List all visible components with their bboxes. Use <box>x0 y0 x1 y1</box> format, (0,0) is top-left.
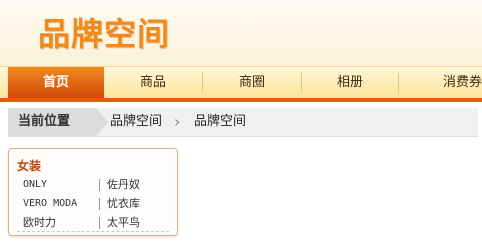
brand-link[interactable]: VERO MODA <box>23 194 77 214</box>
nav-item-coupons[interactable]: 消费券 <box>399 67 482 98</box>
dashed-divider <box>17 231 169 232</box>
brand-divider <box>99 179 100 191</box>
site-logo[interactable]: 品牌空间 <box>38 14 170 54</box>
breadcrumb-arrow-icon <box>96 108 108 136</box>
brand-category-panel: 女装 ONLY 佐丹奴 VERO MODA 忧衣库 欧时力 太平鸟 <box>8 148 178 236</box>
brand-divider <box>99 217 100 229</box>
breadcrumb-link-brand-space[interactable]: 品牌空间 <box>110 108 162 136</box>
chevron-right-icon: › <box>174 112 181 131</box>
brand-link[interactable]: 太平鸟 <box>107 213 140 233</box>
brand-link[interactable]: 忧衣库 <box>107 194 140 214</box>
brand-row: VERO MODA 忧衣库 <box>9 194 177 214</box>
nav-item-products[interactable]: 商品 <box>104 67 202 98</box>
category-title[interactable]: 女装 <box>17 157 41 174</box>
breadcrumb-current-position-label: 当前位置 <box>8 108 96 136</box>
brand-link[interactable]: ONLY <box>23 175 47 195</box>
brand-divider <box>99 198 100 210</box>
brand-row: ONLY 佐丹奴 <box>9 175 177 195</box>
brand-link[interactable]: 欧时力 <box>23 213 56 233</box>
breadcrumb-current-brand-space: 品牌空间 <box>194 114 247 129</box>
breadcrumb: 当前位置 品牌空间 › 品牌空间 <box>8 108 478 137</box>
nav-item-home[interactable]: 首页 <box>8 67 104 98</box>
header: 品牌空间 <box>0 0 482 66</box>
nav-item-business-district[interactable]: 商圈 <box>203 67 301 98</box>
nav-item-album[interactable]: 相册 <box>302 67 398 98</box>
main-nav: 首页 商品 商圈 相册 消费券 <box>0 66 482 102</box>
brand-row: 欧时力 太平鸟 <box>9 213 177 233</box>
nav-item-coupons-label: 消费券 <box>442 75 482 90</box>
brand-link[interactable]: 佐丹奴 <box>107 175 140 195</box>
